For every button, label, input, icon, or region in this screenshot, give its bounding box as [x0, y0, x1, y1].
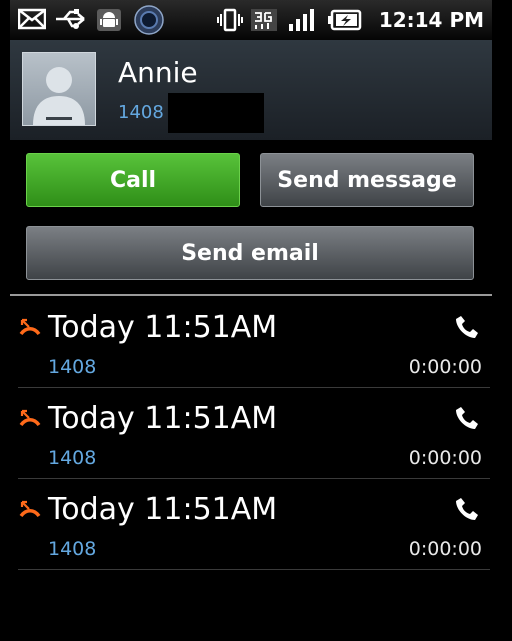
call-time: Today 11:51AM — [48, 492, 278, 527]
mail-icon — [17, 8, 47, 34]
avatar[interactable] — [22, 52, 96, 126]
contact-name: Annie — [118, 56, 198, 89]
clock: 12:14 PM — [378, 8, 484, 32]
row-divider — [18, 387, 490, 388]
missed-call-icon — [18, 405, 42, 429]
send-message-button[interactable]: Send message — [260, 153, 474, 207]
contact-number[interactable]: 1408 — [118, 102, 164, 123]
phone-screen: 12:14 PM Annie 1408 Call Send message Se… — [10, 0, 492, 641]
contact-header: Annie 1408 — [10, 40, 492, 140]
missed-call-icon — [18, 496, 42, 520]
3g-icon — [250, 8, 278, 36]
signal-icon — [288, 8, 318, 36]
call-duration: 0:00:00 — [408, 356, 482, 378]
phone-icon[interactable] — [454, 496, 480, 522]
call-number: 1408 — [48, 447, 97, 469]
default-person-icon — [33, 67, 85, 125]
missed-call-icon — [18, 314, 42, 338]
call-duration: 0:00:00 — [408, 538, 482, 560]
status-bar: 12:14 PM — [10, 0, 492, 40]
call-duration: 0:00:00 — [408, 447, 482, 469]
battery-charging-icon — [328, 8, 362, 36]
row-divider — [18, 478, 490, 479]
call-log-item[interactable]: Today 11:51AM 1408 0:00:00 — [10, 480, 492, 570]
redaction-box — [168, 93, 264, 133]
send-email-button[interactable]: Send email — [26, 226, 474, 280]
call-button[interactable]: Call — [26, 153, 240, 207]
app-icon — [134, 5, 164, 39]
call-log-item[interactable]: Today 11:51AM 1408 0:00:00 — [10, 389, 492, 479]
call-time: Today 11:51AM — [48, 401, 278, 436]
row-divider — [18, 569, 490, 570]
call-log-item[interactable]: Today 11:51AM 1408 0:00:00 — [10, 298, 492, 388]
call-number: 1408 — [48, 538, 97, 560]
android-debug-icon — [96, 8, 122, 36]
usb-icon — [54, 8, 88, 34]
section-divider — [10, 294, 492, 296]
phone-icon[interactable] — [454, 314, 480, 340]
call-number: 1408 — [48, 356, 97, 378]
phone-icon[interactable] — [454, 405, 480, 431]
vibrate-icon — [216, 8, 244, 36]
call-time: Today 11:51AM — [48, 310, 278, 345]
